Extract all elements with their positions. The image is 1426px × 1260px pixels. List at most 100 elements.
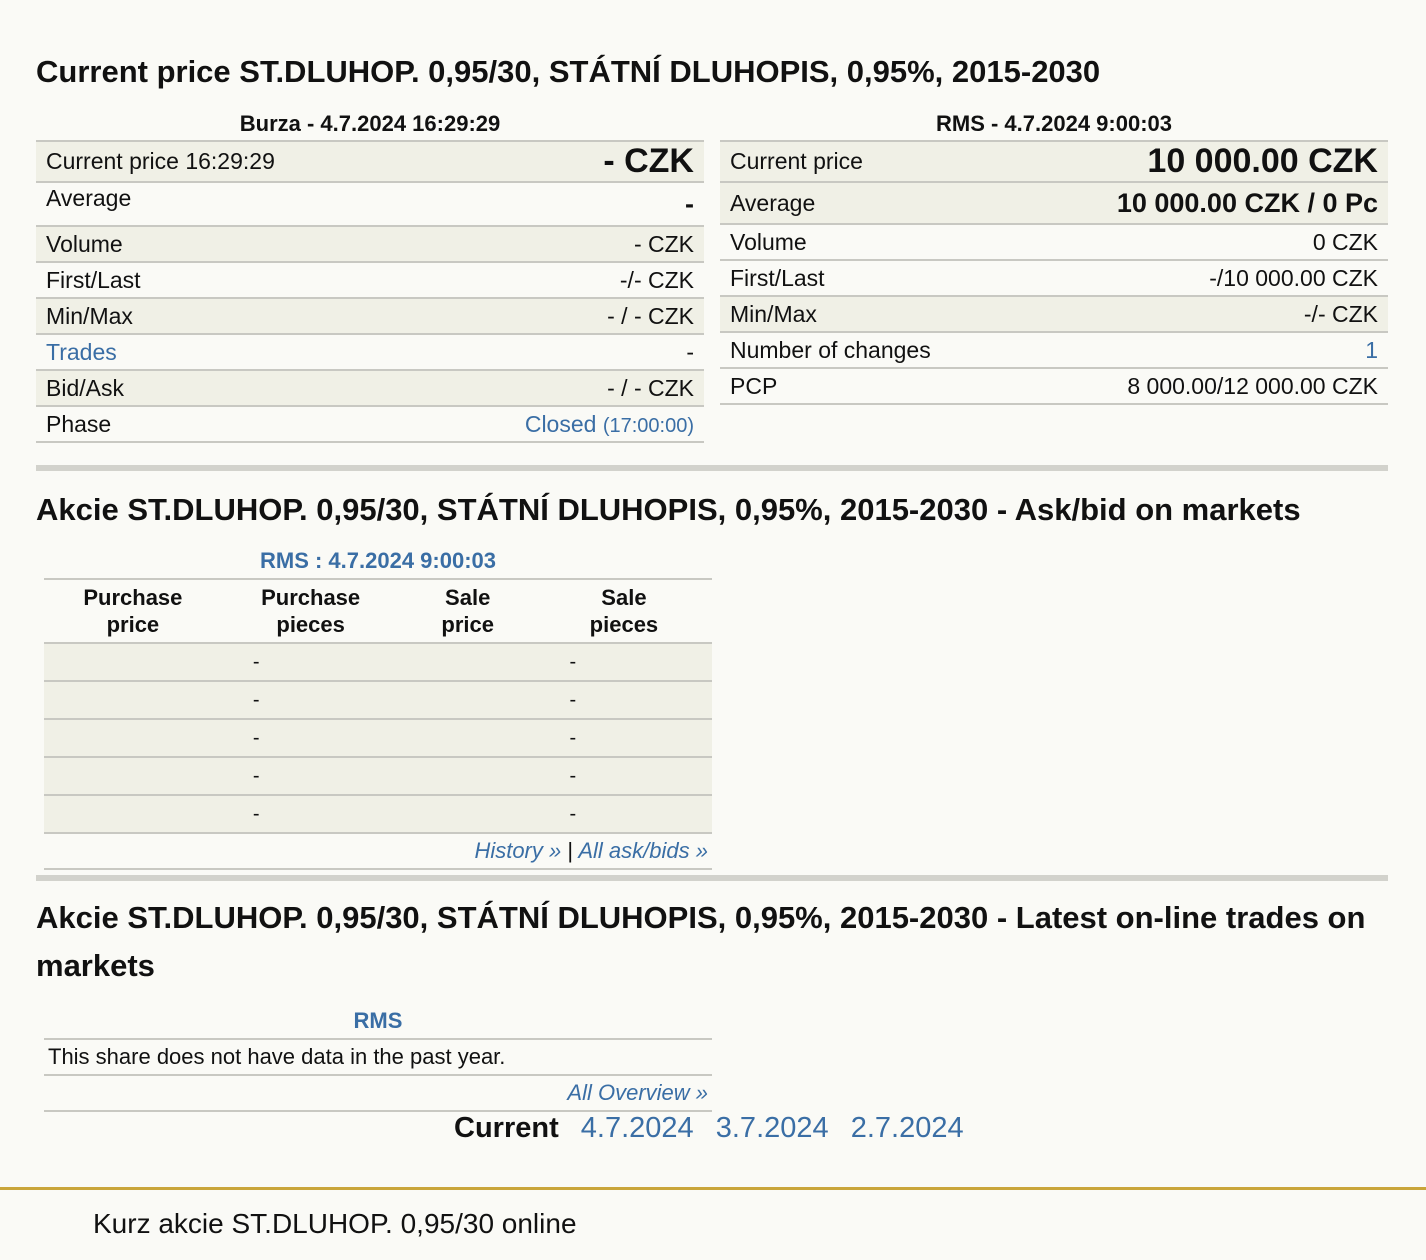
purchase-cell: - <box>44 757 400 796</box>
row-label: Average <box>720 182 1014 225</box>
row-value: - / - CZK <box>415 298 704 335</box>
burza-header: Burza - 4.7.2024 16:29:29 <box>239 111 501 136</box>
row-label: First/Last <box>36 262 416 299</box>
table-row: Average 10 000.00 CZK / 0 Pc <box>720 182 1388 225</box>
table-row: Current price 10 000.00 CZK <box>720 140 1388 183</box>
table-row: Volume - CZK <box>36 226 704 263</box>
date-link[interactable]: 4.7.2024 <box>581 1112 694 1144</box>
rms-table: Current price 10 000.00 CZK Average 10 0… <box>720 140 1388 405</box>
row-value: -/10 000.00 CZK <box>1013 260 1388 297</box>
column-header: Purchase pieces <box>221 580 400 644</box>
table-row: Bid/Ask - / - CZK <box>36 370 704 407</box>
phase-status: Closed <box>524 410 597 437</box>
row-value: -/- CZK <box>415 262 704 299</box>
row-label: First/Last <box>720 260 1014 297</box>
sale-cell: - <box>399 795 712 834</box>
row-value: 10 000.00 CZK <box>1013 140 1388 183</box>
current-price-section: Current price ST.DLUHOP. 0,95/30, STÁTNÍ… <box>36 48 1388 443</box>
row-value: - CZK <box>415 226 704 263</box>
row-value: - <box>415 182 704 227</box>
date-selector: Current 4.7.2024 3.7.2024 2.7.2024 <box>454 1112 978 1145</box>
sale-cell: - <box>399 757 712 796</box>
current-date-label: Current <box>454 1112 559 1144</box>
row-label: Bid/Ask <box>36 370 416 407</box>
table-row: - - <box>44 681 712 720</box>
row-label: PCP <box>720 368 1014 405</box>
table-row: - - <box>44 719 712 758</box>
row-value: 8 000.00/12 000.00 CZK <box>1013 368 1388 405</box>
table-row: First/Last -/10 000.00 CZK <box>720 260 1388 297</box>
burza-table: Current price 16:29:29 - CZK Average - V… <box>36 140 704 443</box>
ask-bid-table: Purchase price Purchase pieces Sale price S… <box>44 580 712 834</box>
row-label: Current price <box>720 140 1014 183</box>
date-link[interactable]: 2.7.2024 <box>851 1112 964 1144</box>
row-label: Number of changes <box>720 332 1014 369</box>
row-value: 0 CZK <box>1013 224 1388 261</box>
row-label: Average <box>36 182 416 227</box>
trades-section: Akcie ST.DLUHOP. 0,95/30, STÁTNÍ DLUHOPI… <box>36 894 1388 1112</box>
ask-bid-panel: RMS : 4.7.2024 9:00:03 Purchase price Pur… <box>44 544 712 870</box>
row-label: Min/Max <box>36 298 416 335</box>
row-value: - / - CZK <box>415 370 704 407</box>
footer-text: Kurz akcie ST.DLUHOP. 0,95/30 online <box>93 1208 577 1239</box>
trades-link[interactable]: Trades <box>36 334 416 371</box>
table-row: PCP 8 000.00/12 000.00 CZK <box>720 368 1388 405</box>
overview-row: All Overview » <box>44 1076 712 1112</box>
phase-value: Closed (17:00:00) <box>415 406 704 443</box>
row-value: 10 000.00 CZK / 0 Pc <box>1013 182 1388 225</box>
ask-bid-section: Akcie ST.DLUHOP. 0,95/30, STÁTNÍ DLUHOPI… <box>36 486 1388 870</box>
history-link[interactable]: History » <box>474 838 561 863</box>
row-label: Phase <box>36 406 416 443</box>
table-header-row: Purchase price Purchase pieces Sale price S… <box>44 580 712 644</box>
row-label: Volume <box>720 224 1014 261</box>
table-row: Current price 16:29:29 - CZK <box>36 140 704 183</box>
rms-panel: RMS - 4.7.2024 9:00:03 Current price 10 … <box>720 110 1388 405</box>
row-label: Current price 16:29:29 <box>36 140 416 183</box>
trades-heading: Akcie ST.DLUHOP. 0,95/30, STÁTNÍ DLUHOPI… <box>36 900 1366 983</box>
all-askbids-link[interactable]: All ask/bids » <box>578 838 708 863</box>
table-row: - - <box>44 643 712 682</box>
trades-panel: RMS This share does not have data in the… <box>44 1004 712 1112</box>
column-header: Sale pieces <box>535 580 712 644</box>
row-value: -/- CZK <box>1013 296 1388 333</box>
sale-cell: - <box>399 643 712 682</box>
current-price-heading: Current price ST.DLUHOP. 0,95/30, STÁTNÍ… <box>36 54 1101 89</box>
no-data-message: This share does not have data in the pas… <box>44 1040 712 1076</box>
section-divider <box>36 465 1388 471</box>
all-overview-link[interactable]: All Overview » <box>567 1080 708 1105</box>
row-label: Min/Max <box>720 296 1014 333</box>
ask-bid-heading: Akcie ST.DLUHOP. 0,95/30, STÁTNÍ DLUHOPI… <box>36 492 1301 527</box>
rms-header: RMS - 4.7.2024 9:00:03 <box>935 111 1173 136</box>
table-row: Volume 0 CZK <box>720 224 1388 261</box>
purchase-cell: - <box>44 643 400 682</box>
footer-divider <box>0 1187 1426 1190</box>
purchase-cell: - <box>44 795 400 834</box>
ask-bid-market-header: RMS : 4.7.2024 9:00:03 <box>44 544 712 580</box>
table-row: Phase Closed (17:00:00) <box>36 406 704 443</box>
purchase-cell: - <box>44 681 400 720</box>
table-row: Min/Max -/- CZK <box>720 296 1388 333</box>
table-row: First/Last -/- CZK <box>36 262 704 299</box>
table-row: Min/Max - / - CZK <box>36 298 704 335</box>
row-label: Volume <box>36 226 416 263</box>
trades-market-header: RMS <box>44 1004 712 1040</box>
column-header: Purchase price <box>44 580 222 644</box>
sale-cell: - <box>399 719 712 758</box>
date-link[interactable]: 3.7.2024 <box>716 1112 829 1144</box>
phase-time: (17:00:00) <box>602 414 694 437</box>
sale-cell: - <box>399 681 712 720</box>
column-header: Sale price <box>399 580 536 644</box>
row-value: - CZK <box>415 140 704 183</box>
burza-panel: Burza - 4.7.2024 16:29:29 Current price … <box>36 110 704 443</box>
ask-bid-links: History » | All ask/bids » <box>44 834 712 870</box>
table-row: Trades - <box>36 334 704 371</box>
table-row: - - <box>44 795 712 834</box>
link-separator: | <box>567 838 574 863</box>
table-row: - - <box>44 757 712 796</box>
table-row: Number of changes 1 <box>720 332 1388 369</box>
table-row: Average - <box>36 182 704 227</box>
row-value: - <box>415 334 704 371</box>
changes-link[interactable]: 1 <box>1013 332 1388 369</box>
section-divider <box>36 875 1388 881</box>
purchase-cell: - <box>44 719 400 758</box>
